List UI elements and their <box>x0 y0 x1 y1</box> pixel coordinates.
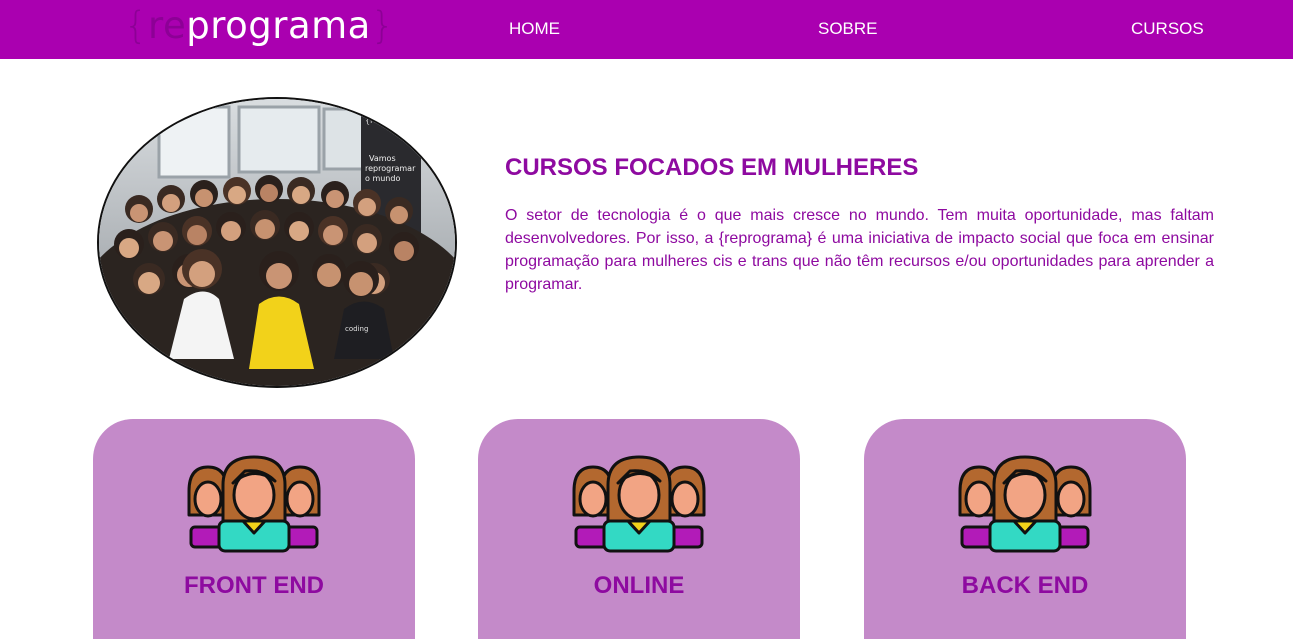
site-header: {reprograma} HOME SOBRE CURSOS <box>0 0 1293 59</box>
photo-banner-line2: reprogramar <box>365 164 416 173</box>
women-group-icon <box>187 455 321 553</box>
group-photo: {re}programa Vamos reprogramar o mundo c… <box>97 97 457 388</box>
course-card-back-end[interactable]: BACK END <box>864 419 1186 639</box>
logo-brace-open: { <box>124 4 149 47</box>
nav-cursos-link[interactable]: CURSOS <box>1131 19 1204 39</box>
women-group-icon <box>572 455 706 553</box>
nav-home-link[interactable]: HOME <box>509 19 560 39</box>
course-card-title: FRONT END <box>184 572 324 599</box>
course-card-title: BACK END <box>961 572 1089 599</box>
logo-brace-close: } <box>370 4 395 47</box>
hero-description: O setor de tecnologia é o que mais cresc… <box>505 207 1214 293</box>
logo-word: programa <box>186 4 371 47</box>
course-card-online[interactable]: ONLINE <box>478 419 800 639</box>
women-group-icon <box>958 455 1092 553</box>
reprograma-logo[interactable]: {reprograma} <box>124 2 395 52</box>
photo-shirt-text: coding <box>345 325 368 333</box>
nav-sobre-link[interactable]: SOBRE <box>818 19 878 39</box>
hero-title: CURSOS FOCADOS EM MULHERES <box>505 154 919 181</box>
photo-banner-logo: {re}programa <box>365 116 422 125</box>
photo-banner-line3: o mundo <box>365 174 400 183</box>
course-card-front-end[interactable]: FRONT END <box>93 419 415 639</box>
photo-banner-line1: Vamos <box>369 154 396 163</box>
course-card-title: ONLINE <box>593 572 685 599</box>
logo-re: re <box>148 4 187 47</box>
